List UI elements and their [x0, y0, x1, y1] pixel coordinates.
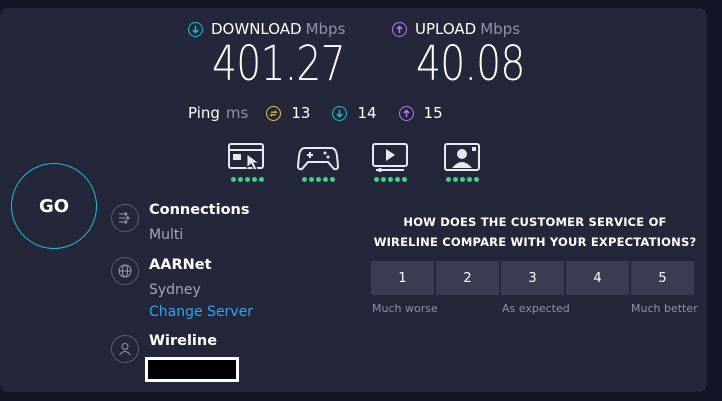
upload-speed-value: 40.08	[416, 36, 525, 92]
ping-upload-value: 15	[423, 104, 443, 122]
usecase-rating-dots	[225, 177, 269, 182]
rating-option-3[interactable]: 3	[501, 261, 564, 295]
provider-title: Wireline	[149, 333, 218, 349]
web-browsing-icon	[228, 143, 264, 171]
gaming-icon	[297, 147, 339, 171]
upload-latency-icon	[398, 105, 414, 121]
go-button[interactable]: GO	[11, 163, 97, 249]
rating-high-label: Much better	[631, 302, 698, 315]
usecase-rating-dots	[368, 177, 412, 182]
download-speed-value: 401.27	[212, 36, 346, 92]
ping-download: 14	[332, 104, 377, 122]
usecase-web-browsing[interactable]	[225, 142, 269, 182]
server-title: AARNet	[149, 257, 212, 273]
results-panel	[0, 8, 707, 392]
connections-title: Connections	[149, 202, 250, 218]
upload-arrow-icon	[392, 21, 407, 37]
usecase-video-streaming[interactable]	[368, 142, 412, 182]
ping-upload: 15	[398, 104, 443, 122]
rating-mid-label: As expected	[502, 302, 570, 315]
rating-low-label: Much worse	[372, 302, 438, 315]
connections-icon	[111, 204, 139, 232]
connections-value: Multi	[149, 227, 184, 243]
ping-idle-value: 13	[291, 104, 311, 122]
usecase-rating-dots	[440, 177, 484, 182]
usecase-video-chat[interactable]	[440, 142, 484, 182]
user-icon	[111, 335, 139, 363]
ping-idle: 13	[266, 104, 310, 122]
video-chat-icon	[444, 143, 480, 171]
usecase-rating-dots	[296, 177, 340, 182]
rating-option-4[interactable]: 4	[566, 261, 629, 295]
idle-latency-icon	[266, 105, 282, 121]
video-streaming-icon	[372, 143, 408, 172]
download-latency-icon	[332, 105, 348, 121]
ping-row: Ping ms 13 14 15	[188, 104, 465, 122]
rating-option-2[interactable]: 2	[436, 261, 499, 295]
rating-option-1[interactable]: 1	[371, 261, 434, 295]
survey-question: HOW DOES THE CUSTOMER SERVICE OF WIRELIN…	[373, 215, 697, 249]
ping-unit: ms	[225, 104, 249, 122]
survey-rating-scale: 1 2 3 4 5	[371, 261, 694, 295]
change-server-link[interactable]: Change Server	[149, 304, 253, 320]
redacted-ip-box	[145, 357, 239, 382]
ping-label: Ping	[188, 104, 220, 122]
usecase-gaming[interactable]	[296, 142, 340, 182]
rating-option-5[interactable]: 5	[631, 261, 694, 295]
download-arrow-icon	[188, 21, 203, 37]
ping-download-value: 14	[357, 104, 377, 122]
server-location: Sydney	[149, 282, 201, 298]
globe-icon	[111, 257, 139, 285]
